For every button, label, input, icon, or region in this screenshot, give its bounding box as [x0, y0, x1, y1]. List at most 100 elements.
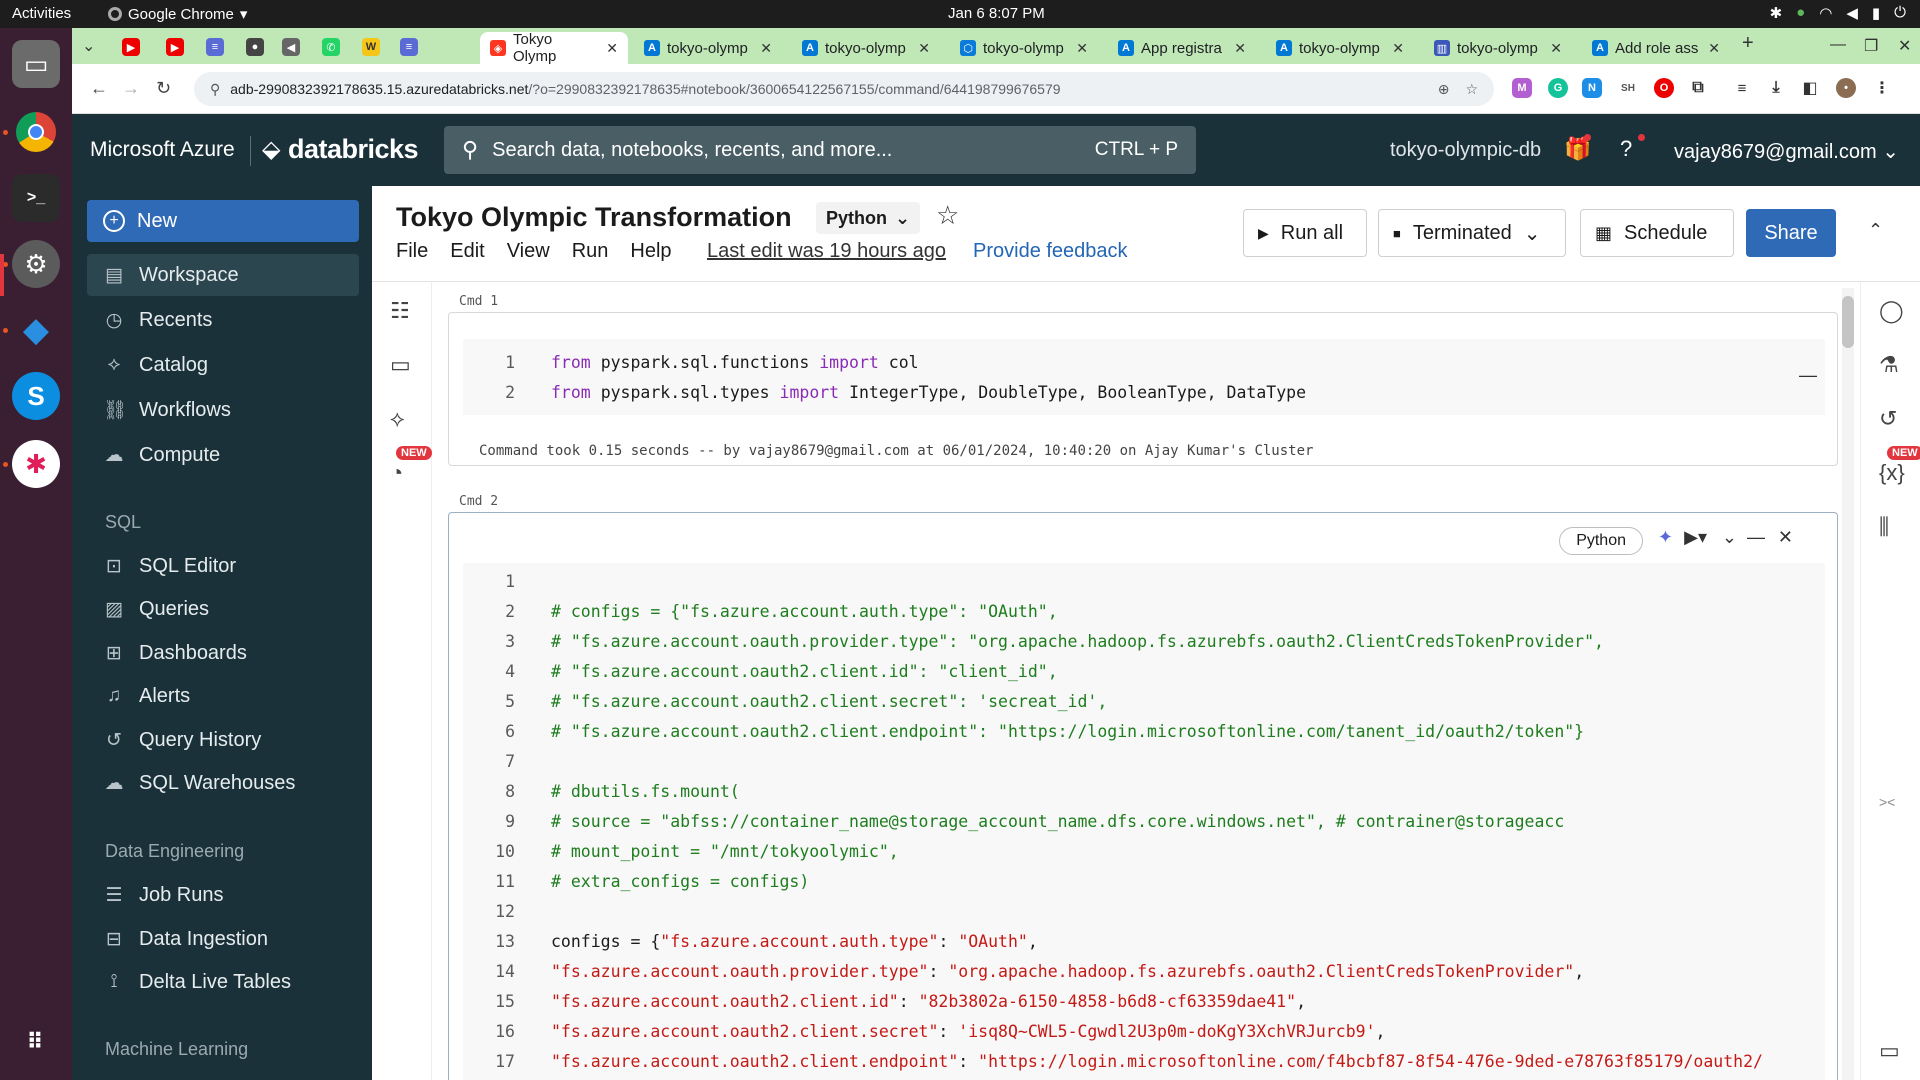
opera-extension-icon[interactable]: O: [1654, 78, 1674, 98]
tab-tokyo-olympic-4[interactable]: ⬡ tokyo-olymp ✕: [950, 32, 1098, 64]
settings-app-icon[interactable]: ⚙: [12, 240, 60, 288]
revision-history-icon[interactable]: ↺: [1879, 406, 1897, 432]
notebook-language-select[interactable]: Python ⌄: [816, 202, 921, 234]
sidebar-item-workspace[interactable]: ▤ Workspace: [87, 254, 359, 296]
minimize-code-icon[interactable]: —: [1799, 365, 1817, 386]
docs-pinned-tab[interactable]: ≡: [206, 38, 224, 56]
close-window-button[interactable]: ✕: [1898, 36, 1911, 56]
microsoft-azure-label[interactable]: Microsoft Azure: [90, 138, 235, 162]
code-editor-1[interactable]: 1 from pyspark.sql.functions import col 2…: [463, 339, 1825, 415]
github-pinned-tab[interactable]: ●: [246, 38, 264, 56]
bookmark-star-icon[interactable]: ☆: [1465, 81, 1478, 98]
extension-icon-3[interactable]: N: [1582, 78, 1602, 98]
youtube-pinned-tab[interactable]: ▶: [122, 38, 140, 56]
delete-cell-icon[interactable]: ✕: [1778, 527, 1793, 548]
slack-app-icon[interactable]: ✱: [12, 440, 60, 488]
youtube-pinned-tab-2[interactable]: ▶: [166, 38, 184, 56]
library-icon[interactable]: ⫼: [1879, 514, 1889, 540]
bottom-panel-icon[interactable]: ▭: [1879, 1038, 1900, 1064]
close-tab-icon[interactable]: ✕: [918, 40, 930, 57]
tab-search-icon[interactable]: ⌄: [82, 36, 95, 56]
cell-menu-chevron-icon[interactable]: ⌄: [1722, 527, 1737, 548]
download-icon[interactable]: ⤓: [1766, 78, 1786, 98]
menu-edit[interactable]: Edit: [450, 240, 484, 263]
sidebar-item-alerts[interactable]: ♫ Alerts: [87, 675, 359, 717]
new-tab-button[interactable]: +: [1742, 32, 1754, 55]
site-info-icon[interactable]: ⚲: [210, 81, 220, 98]
sidebar-item-sql-warehouses[interactable]: ☁ SQL Warehouses: [87, 762, 359, 804]
tab-add-role-assignment[interactable]: A Add role ass ✕: [1582, 32, 1730, 64]
tab-tokyo-olympic-active[interactable]: ◈ Tokyo Olymp ✕: [480, 31, 628, 65]
tab-tokyo-olympic-5[interactable]: A tokyo-olymp ✕: [1266, 32, 1414, 64]
code-editor-2[interactable]: 1 2 # configs = {"fs.azure.account.auth.t…: [463, 563, 1825, 1080]
workspace-name[interactable]: tokyo-olympic-db: [1390, 139, 1541, 162]
close-tab-icon[interactable]: ✕: [1234, 40, 1246, 57]
minimize-cell-icon[interactable]: —: [1747, 527, 1765, 548]
command-cell-1[interactable]: 1 from pyspark.sql.functions import col 2…: [448, 312, 1838, 466]
close-tab-icon[interactable]: ✕: [1550, 40, 1562, 57]
restore-window-button[interactable]: ❐: [1864, 36, 1878, 56]
assistant-icon[interactable]: ◔: [390, 460, 403, 486]
skype-app-icon[interactable]: S: [12, 372, 60, 420]
sidebar-item-data-ingestion[interactable]: ⊟ Data Ingestion: [87, 918, 359, 960]
tab-tokyo-olympic-6[interactable]: ▥ tokyo-olymp ✕: [1424, 32, 1572, 64]
address-bar[interactable]: ⚲ adb-2990832392178635.15.azuredatabrick…: [194, 72, 1494, 106]
extensions-puzzle-icon[interactable]: ⧉: [1688, 78, 1708, 98]
last-edit-link[interactable]: Last edit was 19 hours ago: [707, 240, 946, 263]
table-of-contents-icon[interactable]: ☷: [390, 298, 410, 324]
sidebar-item-delta-live-tables[interactable]: ⟟ Delta Live Tables: [87, 961, 359, 1003]
schedule-button[interactable]: ▦ Schedule: [1580, 209, 1734, 257]
side-panel-icon[interactable]: ◧: [1800, 78, 1820, 98]
assistant-sparkle-icon[interactable]: ✦: [1658, 527, 1673, 548]
close-tab-icon[interactable]: ✕: [1076, 40, 1088, 57]
cluster-state-button[interactable]: ■ Terminated ⌄: [1378, 209, 1566, 257]
command-cell-2[interactable]: Python ✦ ▶▾ ⌄ — ✕ 1 2 # configs = {"fs.az…: [448, 512, 1838, 1080]
minimize-window-button[interactable]: —: [1830, 36, 1846, 54]
sidebar-item-compute[interactable]: ☁ Compute: [87, 434, 359, 476]
app-menu[interactable]: Google Chrome ▾: [108, 5, 247, 23]
close-tab-icon[interactable]: ✕: [760, 40, 772, 57]
folder-icon[interactable]: ▭: [390, 352, 411, 378]
menu-help[interactable]: Help: [630, 240, 671, 263]
share-button[interactable]: Share: [1746, 209, 1836, 257]
sidebar-item-catalog[interactable]: ⟡ Catalog: [87, 344, 359, 386]
menu-run[interactable]: Run: [572, 240, 609, 263]
menu-file[interactable]: File: [396, 240, 428, 263]
comments-icon[interactable]: ◯: [1879, 298, 1904, 324]
menu-view[interactable]: View: [507, 240, 550, 263]
favorite-star-icon[interactable]: ☆: [936, 200, 959, 231]
experiment-flask-icon[interactable]: ⚗: [1879, 352, 1899, 378]
run-all-button[interactable]: ▶ Run all: [1243, 209, 1367, 257]
extension-icon-4[interactable]: SH: [1618, 78, 1638, 98]
profile-avatar[interactable]: •: [1836, 78, 1856, 98]
tab-tokyo-olympic-3[interactable]: A tokyo-olymp ✕: [792, 32, 940, 64]
chrome-app-icon[interactable]: [12, 108, 60, 156]
w-pinned-tab[interactable]: W: [362, 38, 380, 56]
collapse-header-icon[interactable]: ⌃: [1868, 220, 1883, 241]
user-menu[interactable]: vajay8679@gmail.com ⌄: [1674, 139, 1899, 164]
reload-icon[interactable]: ↻: [156, 78, 171, 99]
terminal-app-icon[interactable]: >_: [12, 174, 60, 222]
provide-feedback-link[interactable]: Provide feedback: [973, 240, 1128, 263]
variables-icon[interactable]: {x}: [1879, 460, 1905, 486]
vscode-app-icon[interactable]: ◆: [12, 306, 60, 354]
notebook-scrollbar[interactable]: [1842, 288, 1854, 1080]
forward-icon[interactable]: →: [122, 78, 140, 99]
tab-tokyo-olympic-2[interactable]: A tokyo-olymp ✕: [634, 32, 782, 64]
notebook-title[interactable]: Tokyo Olympic Transformation: [396, 202, 792, 233]
sidebar-item-queries[interactable]: ▨ Queries: [87, 588, 359, 630]
cell-language-badge[interactable]: Python: [1559, 527, 1643, 555]
clock[interactable]: Jan 6 8:07 PM: [948, 5, 1045, 22]
whatsapp-pinned-tab[interactable]: ✆: [322, 38, 340, 56]
zoom-icon[interactable]: ⊕: [1438, 81, 1450, 98]
back-icon[interactable]: ←: [90, 78, 108, 99]
close-tab-icon[interactable]: ✕: [1708, 40, 1720, 57]
code-collapse-icon[interactable]: ><: [1879, 794, 1895, 810]
new-button[interactable]: + New: [87, 200, 359, 242]
tab-app-registration[interactable]: A App registra ✕: [1108, 32, 1256, 64]
sidebar-item-sql-editor[interactable]: ⊡ SQL Editor: [87, 545, 359, 587]
scrollbar-thumb[interactable]: [1842, 296, 1854, 348]
grammarly-extension-icon[interactable]: G: [1548, 78, 1568, 98]
global-search-bar[interactable]: ⚲ Search data, notebooks, recents, and m…: [444, 126, 1196, 174]
sidebar-item-dashboards[interactable]: ⊞ Dashboards: [87, 632, 359, 674]
